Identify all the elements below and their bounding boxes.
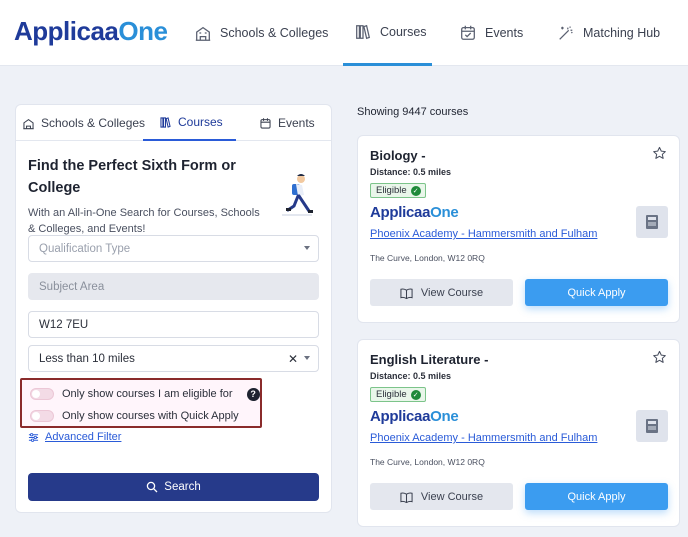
view-course-button[interactable]: View Course bbox=[370, 483, 513, 510]
search-button[interactable]: Search bbox=[28, 473, 319, 501]
quick-apply-button[interactable]: Quick Apply bbox=[525, 483, 668, 510]
school-address: The Curve, London, W12 0RQ bbox=[370, 253, 485, 263]
chevron-down-icon bbox=[304, 246, 310, 250]
clear-icon[interactable]: ✕ bbox=[288, 352, 298, 366]
subject-area-select: Subject Area bbox=[28, 273, 319, 300]
course-card: English Literature - Distance: 0.5 miles… bbox=[357, 339, 680, 527]
eligible-toggle-row[interactable]: Only show courses I am eligible for ? bbox=[30, 385, 260, 403]
nav-events[interactable]: Events bbox=[459, 0, 523, 66]
school-link[interactable]: Phoenix Academy - Hammersmith and Fulham bbox=[370, 228, 597, 240]
quick-apply-toggle-row[interactable]: Only show courses with Quick Apply bbox=[30, 407, 239, 425]
panel-subtitle: With an All-in-One Search for Courses, S… bbox=[28, 207, 260, 235]
search-tabs: Schools & Colleges Courses Events bbox=[16, 105, 331, 141]
sliders-icon bbox=[28, 432, 39, 442]
book-open-icon bbox=[400, 491, 413, 503]
check-icon: ✓ bbox=[410, 389, 421, 400]
books-icon bbox=[356, 24, 371, 39]
chevron-down-icon bbox=[304, 356, 310, 360]
student-illustration bbox=[282, 174, 313, 216]
nav-schools-colleges[interactable]: Schools & Colleges bbox=[194, 0, 328, 66]
quick-apply-button[interactable]: Quick Apply bbox=[525, 279, 668, 306]
search-panel: Schools & Colleges Courses Events Find t… bbox=[15, 104, 332, 513]
course-distance: Distance: 0.5 miles bbox=[370, 167, 452, 177]
top-navbar: ApplicaaOne Schools & Colleges Courses E… bbox=[0, 0, 688, 66]
school-link[interactable]: Phoenix Academy - Hammersmith and Fulham bbox=[370, 432, 597, 444]
nav-courses[interactable]: Courses bbox=[343, 0, 432, 66]
panel-title: Find the Perfect Sixth Form or College bbox=[28, 158, 236, 196]
course-card: Biology - Distance: 0.5 miles Eligible ✓… bbox=[357, 135, 680, 323]
check-icon: ✓ bbox=[410, 185, 421, 196]
eligible-toggle[interactable] bbox=[30, 388, 54, 400]
help-icon[interactable]: ? bbox=[246, 387, 260, 401]
tab-schools-colleges[interactable]: Schools & Colleges bbox=[22, 105, 145, 141]
postcode-input[interactable]: W12 7EU bbox=[28, 311, 319, 338]
applicaa-one-logo: ApplicaaOne bbox=[370, 408, 459, 425]
books-icon bbox=[160, 116, 171, 128]
course-title: Biology - bbox=[370, 148, 426, 163]
tab-events[interactable]: Events bbox=[259, 105, 315, 141]
quick-apply-toggle[interactable] bbox=[30, 410, 54, 422]
course-distance: Distance: 0.5 miles bbox=[370, 371, 452, 381]
course-title: English Literature - bbox=[370, 352, 489, 367]
nav-matching-hub[interactable]: Matching Hub bbox=[557, 0, 660, 66]
school-icon bbox=[23, 118, 34, 129]
school-crest-icon bbox=[636, 410, 668, 442]
school-crest-icon bbox=[636, 206, 668, 238]
magic-wand-icon bbox=[559, 26, 573, 40]
applicaa-one-logo[interactable]: ApplicaaOne bbox=[14, 16, 168, 47]
tab-courses[interactable]: Courses bbox=[143, 105, 236, 141]
star-icon[interactable] bbox=[652, 146, 667, 161]
search-icon bbox=[147, 481, 158, 493]
eligible-badge: Eligible ✓ bbox=[370, 387, 426, 402]
calendar-icon bbox=[260, 117, 271, 129]
eligible-badge: Eligible ✓ bbox=[370, 183, 426, 198]
advanced-filter-link[interactable]: Advanced Filter bbox=[28, 431, 121, 443]
calendar-icon bbox=[461, 25, 475, 40]
star-icon[interactable] bbox=[652, 350, 667, 365]
qualification-type-select[interactable]: Qualification Type bbox=[28, 235, 319, 262]
school-icon bbox=[195, 26, 211, 41]
school-address: The Curve, London, W12 0RQ bbox=[370, 457, 485, 467]
distance-select[interactable]: Less than 10 miles ✕ bbox=[28, 345, 319, 372]
book-open-icon bbox=[400, 287, 413, 299]
results-count: Showing 9447 courses bbox=[357, 106, 469, 118]
applicaa-one-logo: ApplicaaOne bbox=[370, 204, 459, 221]
toggle-filters-highlight: Only show courses I am eligible for ? On… bbox=[20, 378, 262, 428]
view-course-button[interactable]: View Course bbox=[370, 279, 513, 306]
